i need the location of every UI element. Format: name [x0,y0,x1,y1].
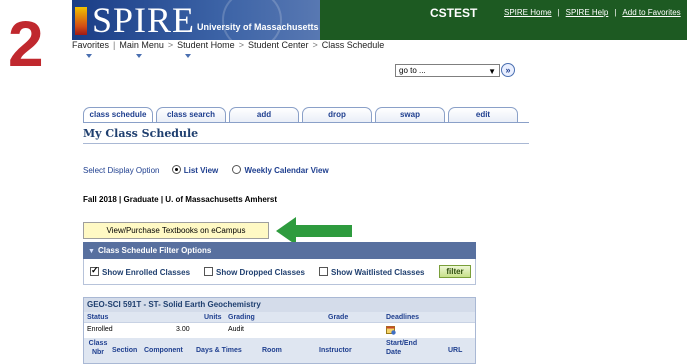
filter-options-panel: Show Enrolled Classes Show Dropped Class… [83,259,476,285]
breadcrumb-student-home[interactable]: Student Home [177,40,235,50]
show-waitlisted-label: Show Waitlisted Classes [331,268,425,277]
grading-value: Audit [228,326,244,333]
step-number: 2 [8,8,44,80]
spire-logo[interactable]: SPIRE University of Massachusetts [72,0,320,40]
room-header: Room [262,347,282,354]
status-value: Enrolled [87,326,113,333]
logo-mark-icon [75,7,87,35]
nav-bar: Favorites | Main Menu > Student Home > Student… [72,40,687,54]
tab-swap[interactable]: swap [375,107,445,123]
goto-select-value: go to ... [399,66,426,75]
class-nbr-header: Class Nbr [88,340,108,356]
show-dropped-option[interactable]: Show Dropped Classes [204,267,305,277]
title-divider [83,143,529,144]
goto-go-button[interactable]: » [501,63,515,77]
grade-header: Grade [328,314,349,321]
status-header: Status [87,314,109,321]
display-option-group: Select Display Option List View Weekly C… [83,165,341,175]
favorites-dropdown-icon[interactable] [86,54,92,58]
units-value: 3.00 [176,326,190,333]
show-dropped-checkbox[interactable] [204,267,213,276]
environment-label: CSTEST [430,6,478,20]
tab-class-search[interactable]: class search [156,107,226,123]
chevron-down-icon: ▼ [488,67,496,76]
deadlines-header: Deadlines [386,314,420,321]
grading-header: Grading [228,314,255,321]
term-heading: Fall 2018 | Graduate | U. of Massachuset… [83,195,278,204]
header-links: SPIRE Home | SPIRE Help | Add to Favorites [504,8,681,17]
goto-select[interactable]: go to ... ▼ [395,64,500,77]
breadcrumb-class-schedule: Class Schedule [321,40,385,50]
show-waitlisted-checkbox[interactable] [319,267,328,276]
show-dropped-label: Show Dropped Classes [216,268,305,277]
units-header: Units [204,314,222,321]
show-enrolled-option[interactable]: Show Enrolled Classes [90,265,191,277]
nav-separator: | [113,40,116,50]
weekly-calendar-view-radio[interactable] [232,165,242,174]
weekly-calendar-view-label[interactable]: Weekly Calendar View [244,166,328,175]
course-block: GEO-SCI 591T - ST- Solid Earth Geochemis… [83,297,476,364]
breadcrumb-chevron-icon: > [238,40,244,50]
section-header: Section [112,347,138,354]
list-view-label[interactable]: List View [184,166,219,175]
filter-options-header[interactable]: ▼ Class Schedule Filter Options [83,242,476,259]
breadcrumb-chevron-icon: > [312,40,318,50]
filter-button[interactable]: filter [439,265,471,278]
instructor-header: Instructor [319,347,352,354]
tab-edit[interactable]: edit [448,107,518,123]
university-seal-icon [222,0,282,40]
deadlines-calendar-icon[interactable] [386,326,396,335]
status-value-row: Enrolled 3.00 Audit [84,324,475,337]
breadcrumb-chevron-icon: > [167,40,174,50]
student-home-dropdown-icon[interactable] [185,54,191,58]
spire-home-link[interactable]: SPIRE Home [504,8,552,17]
link-separator: | [614,8,617,17]
spire-help-link[interactable]: SPIRE Help [566,8,609,17]
show-waitlisted-option[interactable]: Show Waitlisted Classes [319,267,425,277]
component-header: Component [144,347,183,354]
logo-text: SPIRE [92,0,196,40]
page-title: My Class Schedule [83,127,199,140]
nav-dropdown-indicators [72,54,272,59]
collapse-triangle-icon: ▼ [88,248,95,255]
add-to-favorites-link[interactable]: Add to Favorites [622,8,680,17]
tab-drop[interactable]: drop [302,107,372,123]
course-title: GEO-SCI 591T - ST- Solid Earth Geochemis… [84,298,475,312]
start-end-date-header: Start/End Date [386,340,418,356]
list-view-radio[interactable] [171,165,181,174]
tab-add[interactable]: add [229,107,299,123]
logo-subtitle: University of Massachusetts [197,22,319,32]
show-enrolled-label: Show Enrolled Classes [102,268,191,277]
status-header-row: Status Units Grading Grade Deadlines [84,312,475,323]
main-menu-dropdown-icon[interactable] [136,54,142,58]
link-separator: | [557,8,560,17]
favorites-menu[interactable]: Favorites [72,40,109,50]
breadcrumb-student-center[interactable]: Student Center [248,40,309,50]
tab-class-schedule[interactable]: class schedule [83,107,153,123]
display-option-label: Select Display Option [83,166,160,175]
class-header-row: Class Nbr Section Component Days & Times… [84,338,475,363]
url-header: URL [448,347,463,354]
show-enrolled-checkbox[interactable] [90,265,99,276]
days-times-header: Days & Times [196,347,242,354]
filter-options-title: Class Schedule Filter Options [97,246,212,255]
tab-divider [83,122,529,123]
view-purchase-textbooks-button[interactable]: View/Purchase Textbooks on eCampus [83,222,269,239]
spire-header: SPIRE University of Massachusetts CSTEST… [72,0,687,40]
main-menu[interactable]: Main Menu [119,40,164,50]
